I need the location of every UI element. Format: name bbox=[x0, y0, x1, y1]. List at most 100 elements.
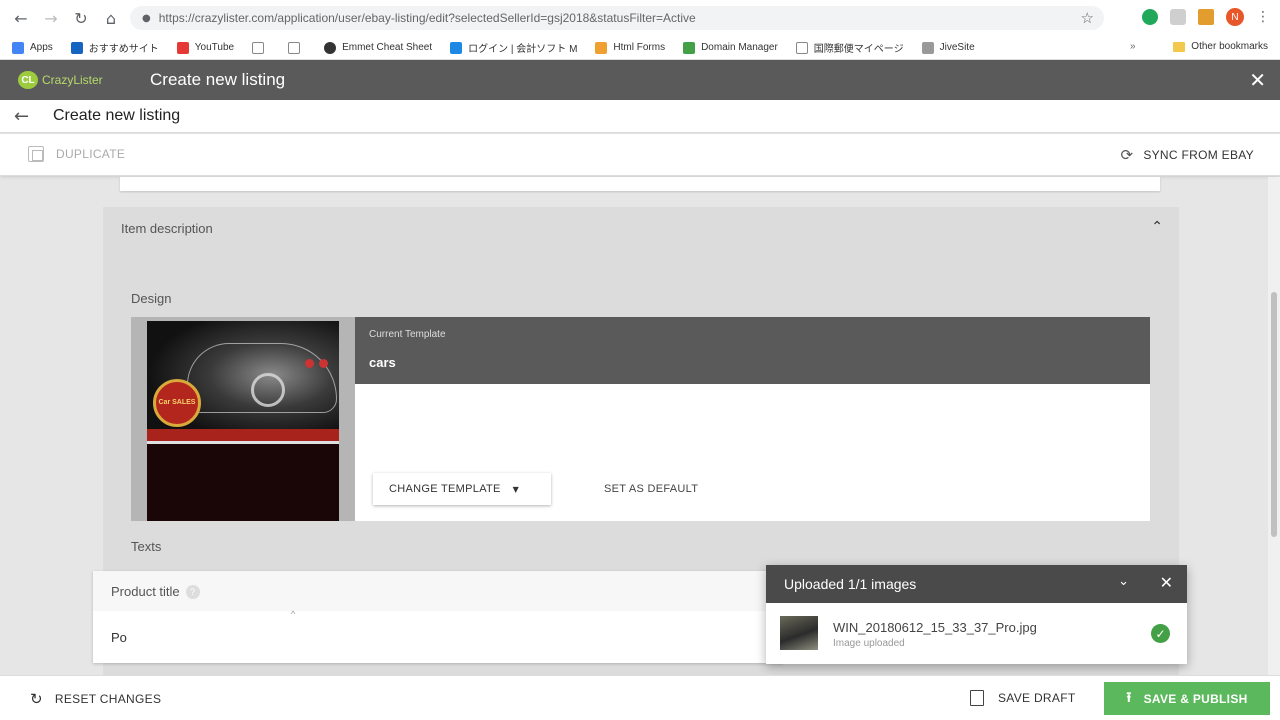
sync-from-ebay-button[interactable]: ⟳ SYNC FROM EBAY bbox=[1120, 146, 1254, 164]
upload-status: Image uploaded bbox=[833, 638, 905, 649]
apps-grid-icon bbox=[12, 41, 24, 54]
bookmark-youtube[interactable]: YouTube bbox=[176, 41, 234, 54]
bookmark-item[interactable]: おすすめサイト bbox=[70, 40, 159, 55]
chevron-down-icon[interactable]: ⌄ bbox=[1118, 574, 1129, 589]
app-header: CL CrazyLister Create new listing ✕ bbox=[0, 60, 1280, 100]
back-arrow-icon[interactable]: ← bbox=[14, 106, 36, 127]
jive-icon bbox=[921, 41, 934, 54]
bookmarks-overflow[interactable]: » bbox=[1130, 41, 1136, 52]
template-thumbnail-frame: Car SALES bbox=[131, 317, 355, 521]
page-header: ← Create new listing bbox=[0, 100, 1280, 133]
bookmark-apps[interactable]: Apps bbox=[12, 41, 53, 54]
car-wheel bbox=[251, 373, 285, 407]
duplicate-button[interactable]: DUPLICATE bbox=[28, 146, 125, 162]
change-template-label: CHANGE TEMPLATE bbox=[389, 483, 501, 495]
dropdown-caret-icon: ▼ bbox=[512, 484, 520, 494]
bookmark-domain-manager[interactable]: Domain Manager bbox=[683, 41, 778, 54]
star-icon[interactable]: ☆ bbox=[1081, 9, 1094, 27]
bookmarks-bar: Apps おすすめサイト YouTube Emmet Cheat Sheet ロ… bbox=[0, 36, 1280, 60]
panel-heading[interactable]: Item description bbox=[121, 221, 213, 236]
check-circle-icon: ✓ bbox=[1151, 624, 1170, 643]
thumbnail-nav-bar bbox=[147, 429, 339, 441]
page-icon bbox=[288, 41, 301, 54]
reload-icon[interactable]: ↻ bbox=[66, 3, 96, 33]
extension-green-icon[interactable] bbox=[1142, 9, 1158, 25]
reset-label: RESET CHANGES bbox=[54, 692, 162, 706]
current-template-name: cars bbox=[369, 355, 396, 370]
save-draft-label: SAVE DRAFT bbox=[998, 691, 1076, 705]
folder-icon bbox=[1173, 41, 1186, 52]
reset-changes-button[interactable]: ↻ RESET CHANGES bbox=[30, 690, 161, 708]
address-bar[interactable]: ● https://crazylister.com/application/us… bbox=[130, 6, 1104, 30]
page-title: Create new listing bbox=[53, 107, 181, 124]
duplicate-label: DUPLICATE bbox=[56, 147, 126, 161]
url-text: https://crazylister.com/application/user… bbox=[158, 11, 696, 25]
product-title-card: Product title ? ^ bbox=[93, 571, 783, 663]
save-and-publish-button[interactable]: ⭱ SAVE & PUBLISH bbox=[1104, 682, 1270, 715]
change-template-button[interactable]: CHANGE TEMPLATE ▼ bbox=[373, 473, 551, 505]
design-label: Design bbox=[131, 291, 172, 306]
extension-orange-icon[interactable] bbox=[1198, 9, 1214, 25]
texts-label: Texts bbox=[131, 539, 162, 554]
extension-shield-icon[interactable] bbox=[1170, 9, 1186, 25]
bookmark-emmet[interactable]: Emmet Cheat Sheet bbox=[324, 41, 432, 54]
current-template-header: Current Template cars bbox=[355, 317, 1150, 384]
other-bookmarks[interactable]: Other bookmarks bbox=[1173, 41, 1268, 52]
template-thumbnail[interactable]: Car SALES bbox=[147, 321, 339, 521]
back-icon[interactable]: ← bbox=[6, 3, 36, 33]
product-title-label: Product title ? bbox=[111, 584, 200, 599]
lock-icon: ● bbox=[142, 12, 151, 24]
page-icon bbox=[252, 41, 265, 54]
bookmark-html-forms[interactable]: Html Forms bbox=[595, 41, 665, 54]
bookmark-login[interactable]: ログイン | 会計ソフト M bbox=[450, 40, 577, 55]
bookmark-b-icon bbox=[70, 41, 83, 54]
scrollbar-thumb[interactable] bbox=[1271, 292, 1277, 537]
duplicate-icon bbox=[28, 146, 44, 162]
domain-icon bbox=[683, 41, 696, 54]
sync-icon: ⟳ bbox=[1120, 146, 1134, 164]
youtube-icon bbox=[176, 41, 189, 54]
product-title-header: Product title ? bbox=[93, 571, 783, 611]
thumbnail-divider bbox=[147, 441, 339, 444]
help-icon[interactable]: ? bbox=[185, 584, 200, 599]
extension-icons: N ⋮ bbox=[1142, 8, 1270, 26]
caret-icon: ^ bbox=[291, 609, 296, 619]
design-box: Car SALES Current Template cars CHANGE T… bbox=[131, 317, 1150, 521]
forward-icon[interactable]: → bbox=[36, 3, 66, 33]
bottom-action-bar: ↻ RESET CHANGES SAVE DRAFT ⭱ SAVE & PUBL… bbox=[0, 675, 1280, 720]
emmet-icon bbox=[324, 41, 337, 54]
bookmark-page[interactable] bbox=[288, 41, 306, 54]
logo-mark: CL bbox=[18, 71, 38, 89]
close-icon[interactable]: ✕ bbox=[1249, 68, 1266, 92]
set-as-default-button[interactable]: SET AS DEFAULT bbox=[604, 483, 698, 495]
close-icon[interactable]: ✕ bbox=[1160, 573, 1173, 592]
bookmark-page[interactable] bbox=[252, 41, 270, 54]
bookmark-post[interactable]: 国際郵便マイページ bbox=[795, 40, 904, 55]
home-icon[interactable]: ⌂ bbox=[96, 3, 126, 33]
publish-label: SAVE & PUBLISH bbox=[1143, 691, 1248, 706]
upload-icon: ⭱ bbox=[1126, 689, 1132, 706]
document-icon bbox=[970, 690, 984, 706]
app-title: Create new listing bbox=[150, 70, 286, 89]
toast-title: Uploaded 1/1 images bbox=[784, 576, 917, 592]
bookmark-jivesite[interactable]: JiveSite bbox=[921, 41, 975, 54]
chevron-up-icon[interactable]: ⌃ bbox=[1151, 219, 1163, 235]
reset-icon: ↻ bbox=[30, 690, 43, 708]
upload-toast: Uploaded 1/1 images ⌄ ✕ WIN_20180612_15_… bbox=[766, 565, 1187, 664]
browser-menu-icon[interactable]: ⋮ bbox=[1256, 9, 1270, 25]
listing-toolbar: DUPLICATE ⟳ SYNC FROM EBAY bbox=[0, 134, 1280, 176]
page-scrollbar[interactable] bbox=[1268, 177, 1280, 675]
sync-label: SYNC FROM EBAY bbox=[1143, 148, 1254, 162]
previous-section-card bbox=[120, 177, 1160, 191]
profile-avatar[interactable]: N bbox=[1226, 8, 1244, 26]
accounting-icon bbox=[450, 41, 463, 54]
car-headlight bbox=[305, 359, 314, 368]
product-title-input[interactable] bbox=[111, 625, 751, 649]
car-headlight bbox=[319, 359, 328, 368]
w3-icon bbox=[595, 41, 608, 54]
brand-logo[interactable]: CL CrazyLister bbox=[18, 71, 150, 89]
browser-toolbar: ← → ↻ ⌂ ● https://crazylister.com/applic… bbox=[0, 0, 1280, 36]
save-draft-button[interactable]: SAVE DRAFT bbox=[970, 690, 1075, 706]
current-template-label: Current Template bbox=[369, 329, 446, 340]
toast-header: Uploaded 1/1 images ⌄ ✕ bbox=[766, 565, 1187, 603]
